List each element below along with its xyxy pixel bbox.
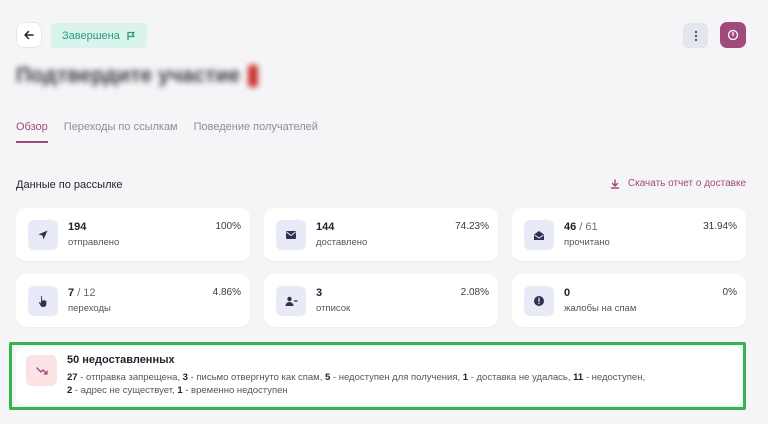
status-badge: Завершена <box>51 23 147 48</box>
stat-label: отправлено <box>68 237 120 248</box>
page-title-text: Подтвердите участие <box>16 64 241 87</box>
stat-percent: 2.08% <box>460 287 489 298</box>
user-minus-icon <box>276 286 306 316</box>
alert-icon <box>524 286 554 316</box>
download-icon <box>610 178 620 189</box>
stat-value: 3 <box>316 287 323 299</box>
stat-card-clicks: 7 / 12 переходы 4.86% <box>16 274 250 327</box>
stat-percent: 31.94% <box>703 221 737 232</box>
stat-label: отписок <box>316 303 351 314</box>
section-title: Данные по рассылке <box>16 179 123 191</box>
pointer-hand-icon <box>28 286 58 316</box>
stat-label: жалобы на спам <box>564 303 637 314</box>
stat-label: переходы <box>68 303 111 314</box>
stat-percent: 74.23% <box>455 221 489 232</box>
stat-value: 0 <box>564 287 571 299</box>
more-options-button[interactable] <box>683 23 708 48</box>
stat-value: 194 <box>68 221 87 233</box>
tab-overview[interactable]: Обзор <box>16 121 48 143</box>
stat-label: доставлено <box>316 237 368 248</box>
stat-percent: 4.86% <box>212 287 241 298</box>
mail-icon <box>276 220 306 250</box>
open-mail-icon <box>524 220 554 250</box>
download-report-link[interactable]: Скачать отчет о доставке <box>610 178 746 189</box>
arrow-left-icon <box>24 30 34 40</box>
clock-icon <box>727 29 739 41</box>
stat-card-spam-complaints: 0 жалобы на спам 0% <box>512 274 746 327</box>
more-vertical-icon <box>694 30 697 41</box>
send-icon <box>28 220 58 250</box>
page-title: Подтвердите участие <box>16 64 259 88</box>
stat-value: 46 / 61 <box>564 221 598 233</box>
back-button[interactable] <box>16 22 42 48</box>
stat-card-delivered: 144 доставлено 74.23% <box>264 208 498 261</box>
tab-link-clicks[interactable]: Переходы по ссылкам <box>64 121 178 143</box>
stat-value: 7 / 12 <box>68 287 96 299</box>
stat-percent: 100% <box>215 221 241 232</box>
download-label: Скачать отчет о доставке <box>627 178 746 189</box>
stat-card-unsubscribes: 3 отписок 2.08% <box>264 274 498 327</box>
stat-label: прочитано <box>564 237 610 248</box>
stat-card-sent: 194 отправлено 100% <box>16 208 250 261</box>
info-button[interactable] <box>720 22 746 48</box>
stat-card-read: 46 / 61 прочитано 31.94% <box>512 208 746 261</box>
flag-icon <box>127 31 135 40</box>
stat-percent: 0% <box>722 287 737 298</box>
tabs: Обзор Переходы по ссылкам Поведение полу… <box>16 121 318 143</box>
status-label: Завершена <box>62 29 120 42</box>
title-flag-icon <box>248 65 259 88</box>
highlight-frame <box>9 342 746 410</box>
tab-recipient-behavior[interactable]: Поведение получателей <box>194 121 318 143</box>
stat-value: 144 <box>316 221 335 233</box>
